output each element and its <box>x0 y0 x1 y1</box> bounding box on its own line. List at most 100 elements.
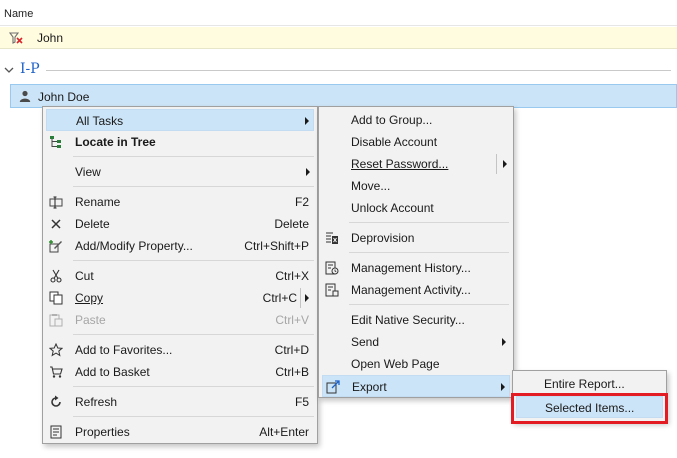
export-icon <box>326 380 340 394</box>
edit-property-icon <box>49 240 62 253</box>
submenu-split-divider <box>496 154 497 174</box>
menu-item-delete[interactable]: Delete Delete <box>46 213 314 235</box>
menu-item-add-modify-property[interactable]: Add/Modify Property... Ctrl+Shift+P <box>46 235 314 257</box>
submenu-split-divider <box>300 288 301 308</box>
history-icon <box>325 261 339 275</box>
menu-item-management-activity[interactable]: Management Activity... <box>322 279 510 301</box>
chevron-down-icon[interactable] <box>4 65 14 75</box>
menu-item-label: Management Activity... <box>351 283 471 297</box>
column-header-name: Name <box>4 8 34 20</box>
menu-item-add-to-basket[interactable]: Add to Basket Ctrl+B <box>46 361 314 383</box>
menu-item-label: Entire Report... <box>544 377 625 391</box>
tree-icon <box>50 136 61 148</box>
highlight-annotation-box <box>511 393 668 424</box>
menu-item-shortcut: Alt+Enter <box>259 425 309 439</box>
copy-icon <box>49 291 63 305</box>
menu-item-entire-report[interactable]: Entire Report... <box>516 373 663 395</box>
activity-icon <box>325 283 339 297</box>
menu-separator <box>73 386 314 387</box>
refresh-icon <box>51 395 61 407</box>
submenu-arrow-icon <box>305 117 309 125</box>
basket-icon <box>50 366 63 378</box>
menu-item-label: Delete <box>75 217 110 231</box>
submenu-arrow-icon[interactable] <box>305 294 309 302</box>
menu-item-label: Unlock Account <box>351 201 434 215</box>
submenu-arrow-icon[interactable] <box>503 160 507 168</box>
menu-item-export[interactable]: Export <box>322 375 510 397</box>
filter-row[interactable]: John <box>0 27 677 49</box>
menu-item-deprovision[interactable]: Deprovision <box>322 227 510 249</box>
menu-item-management-history[interactable]: Management History... <box>322 257 510 279</box>
menu-item-view[interactable]: View <box>46 161 314 183</box>
menu-item-label: Cut <box>75 269 94 283</box>
clear-filter-icon[interactable] <box>9 31 23 45</box>
menu-item-label: Reset Password... <box>351 157 449 171</box>
filter-value[interactable]: John <box>37 31 63 45</box>
menu-item-label: Add/Modify Property... <box>75 239 193 253</box>
menu-item-unlock-account[interactable]: Unlock Account <box>322 197 510 219</box>
all-tasks-submenu: Add to Group... Disable Account Reset Pa… <box>318 106 514 398</box>
table-row[interactable]: John Doe <box>10 84 677 108</box>
menu-item-label: View <box>75 165 101 179</box>
menu-item-label: Open Web Page <box>351 357 440 371</box>
menu-item-label: Rename <box>75 195 121 209</box>
deprovision-icon <box>326 232 338 244</box>
menu-separator <box>73 156 314 157</box>
submenu-arrow-icon <box>306 168 310 176</box>
menu-separator <box>73 186 314 187</box>
menu-separator <box>349 222 509 223</box>
menu-item-label: Properties <box>75 425 130 439</box>
menu-item-edit-native-security[interactable]: Edit Native Security... <box>322 309 510 331</box>
menu-item-all-tasks[interactable]: All Tasks <box>46 109 314 131</box>
menu-item-add-to-favorites[interactable]: Add to Favorites... Ctrl+D <box>46 339 314 361</box>
menu-item-disable-account[interactable]: Disable Account <box>322 131 510 153</box>
menu-item-add-to-group[interactable]: Add to Group... <box>322 109 510 131</box>
menu-item-locate-in-tree[interactable]: Locate in Tree <box>46 131 314 153</box>
menu-item-shortcut: Ctrl+C <box>262 291 297 305</box>
group-header[interactable]: I-P <box>0 60 677 80</box>
menu-item-label: Send <box>351 335 380 349</box>
menu-item-label: Management History... <box>351 261 471 275</box>
submenu-arrow-icon <box>502 338 506 346</box>
menu-item-shortcut: Ctrl+X <box>275 269 309 283</box>
context-menu: All Tasks Locate in Tree View Rename F2 … <box>42 106 318 444</box>
group-divider <box>46 70 671 71</box>
menu-item-shortcut: Ctrl+V <box>275 313 309 327</box>
menu-separator <box>349 252 509 253</box>
menu-item-label: Add to Favorites... <box>75 343 173 357</box>
menu-item-label: All Tasks <box>76 114 124 128</box>
menu-item-label: Locate in Tree <box>75 135 156 149</box>
menu-item-shortcut: Ctrl+B <box>275 365 309 379</box>
menu-separator <box>73 260 314 261</box>
scissors-icon <box>50 269 62 283</box>
column-header[interactable]: Name <box>0 0 677 26</box>
group-title: I-P <box>20 61 40 77</box>
menu-item-label: Disable Account <box>351 135 438 149</box>
menu-item-send[interactable]: Send <box>322 331 510 353</box>
menu-item-move[interactable]: Move... <box>322 175 510 197</box>
menu-item-label: Copy <box>75 291 104 305</box>
menu-item-cut[interactable]: Cut Ctrl+X <box>46 265 314 287</box>
menu-item-open-web-page[interactable]: Open Web Page <box>322 353 510 375</box>
menu-item-label: Move... <box>351 179 391 193</box>
menu-item-reset-password[interactable]: Reset Password... <box>322 153 510 175</box>
menu-item-label: Add to Basket <box>75 365 150 379</box>
star-icon <box>49 343 63 357</box>
menu-item-shortcut: Ctrl+Shift+P <box>244 239 309 253</box>
menu-item-shortcut: F2 <box>294 195 309 209</box>
menu-item-label: Edit Native Security... <box>351 313 465 327</box>
menu-item-rename[interactable]: Rename F2 <box>46 191 314 213</box>
rename-icon <box>49 196 63 209</box>
menu-item-label: Add to Group... <box>351 113 433 127</box>
delete-icon <box>51 219 61 229</box>
menu-item-refresh[interactable]: Refresh F5 <box>46 391 314 413</box>
menu-item-shortcut: F5 <box>294 395 309 409</box>
menu-item-paste: Paste Ctrl+V <box>46 309 314 331</box>
submenu-arrow-icon <box>501 383 505 391</box>
user-name: John Doe <box>38 90 90 104</box>
menu-item-properties[interactable]: Properties Alt+Enter <box>46 421 314 443</box>
properties-icon <box>50 425 62 439</box>
menu-item-copy[interactable]: Copy Ctrl+C <box>46 287 314 309</box>
menu-separator <box>73 334 314 335</box>
menu-item-label: Export <box>352 380 387 394</box>
